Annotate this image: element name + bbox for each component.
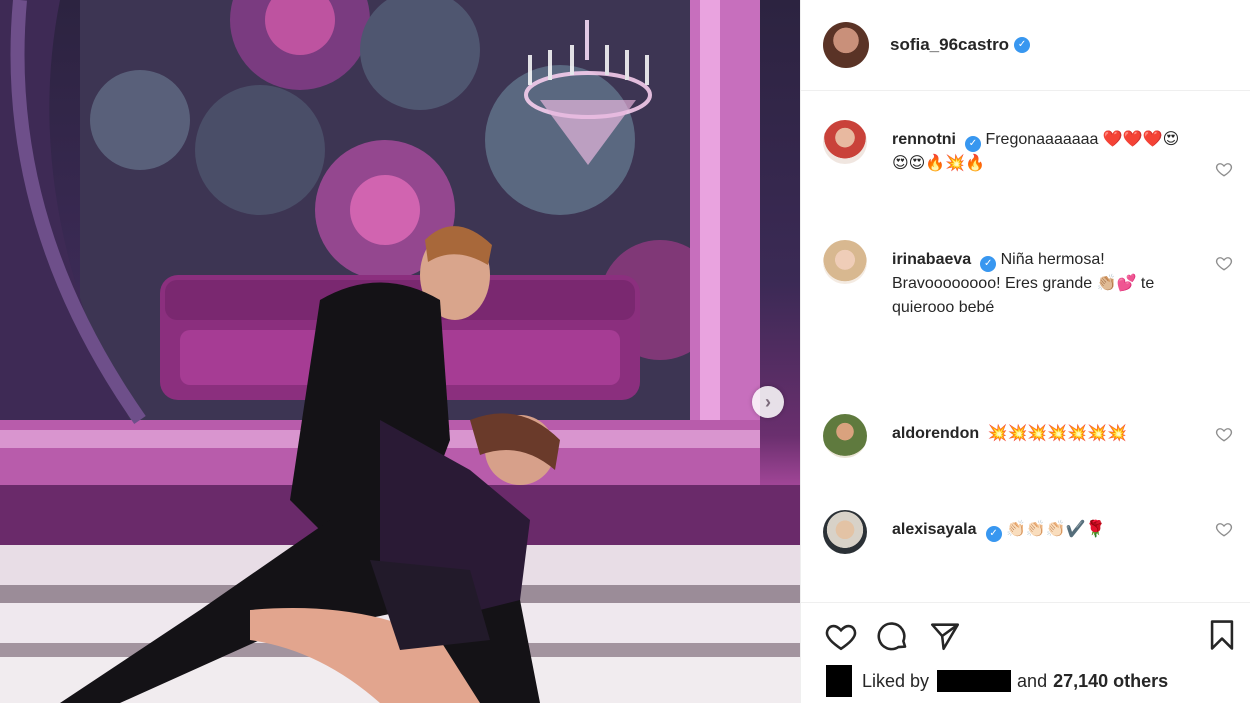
comment-item: irinabaeva ✓ Niña hermosa! Bravoooooooo! … xyxy=(823,240,1233,320)
chevron-right-icon: › xyxy=(765,391,771,412)
likes-summary: Liked by and 27,140 others xyxy=(826,665,1168,697)
commenter-avatar[interactable] xyxy=(823,240,867,284)
heart-icon[interactable] xyxy=(823,619,859,653)
liker-avatar-redacted[interactable] xyxy=(826,665,852,697)
comment-item: rennotni ✓ Fregonaaaaaaa ❤️❤️❤️😍😍😍🔥💥🔥 xyxy=(823,120,1233,178)
comment-like-heart-icon[interactable] xyxy=(1215,425,1233,443)
author-username[interactable]: sofia_96castro xyxy=(890,35,1009,55)
post-photo[interactable]: › xyxy=(0,0,800,703)
commenter-username[interactable]: alexisayala xyxy=(892,521,977,538)
and-label: and xyxy=(1017,670,1048,691)
commenter-avatar[interactable] xyxy=(823,414,867,458)
verified-badge-icon: ✓ xyxy=(980,256,997,272)
comment-like-heart-icon[interactable] xyxy=(1215,254,1233,272)
dance-stage-image xyxy=(0,0,800,703)
comment-text: 💥💥💥💥💥💥💥 xyxy=(987,425,1128,442)
carousel-next-button[interactable]: › xyxy=(752,386,784,418)
liked-by-label: Liked by xyxy=(862,670,930,691)
verified-badge-icon: ✓ xyxy=(1014,37,1031,53)
comments-list: rennotni ✓ Fregonaaaaaaa ❤️❤️❤️😍😍😍🔥💥🔥 iri… xyxy=(801,92,1250,602)
commenter-username[interactable]: aldorendon xyxy=(892,425,979,442)
comment-item: aldorendon 💥💥💥💥💥💥💥 xyxy=(823,414,1233,458)
comment-item: alexisayala ✓ 👏🏻👏🏻👏🏻✔️🌹 xyxy=(823,510,1233,554)
author-avatar[interactable] xyxy=(823,22,869,68)
post-header: sofia_96castro ✓ xyxy=(801,0,1250,91)
comment-bubble-icon[interactable] xyxy=(875,619,911,653)
paper-plane-icon[interactable] xyxy=(927,619,963,653)
commenter-avatar[interactable] xyxy=(823,510,867,554)
commenter-avatar[interactable] xyxy=(823,120,867,164)
post-actions: Liked by and 27,140 others xyxy=(801,602,1250,703)
likes-count-link[interactable]: 27,140 others xyxy=(1053,671,1168,692)
bookmark-icon[interactable] xyxy=(1205,618,1239,652)
liker-username-redacted[interactable] xyxy=(937,670,1012,692)
verified-badge-icon: ✓ xyxy=(965,136,981,152)
comment-like-heart-icon[interactable] xyxy=(1215,160,1233,178)
comment-like-heart-icon[interactable] xyxy=(1215,520,1233,538)
commenter-username[interactable]: irinabaeva xyxy=(892,251,971,268)
comment-text: 👏🏻👏🏻👏🏻✔️🌹 xyxy=(1005,521,1106,538)
verified-badge-icon: ✓ xyxy=(985,526,1002,542)
commenter-username[interactable]: rennotni xyxy=(892,131,956,148)
post-sidebar: sofia_96castro ✓ rennotni ✓ Fregonaaaaaaa… xyxy=(800,0,1250,703)
